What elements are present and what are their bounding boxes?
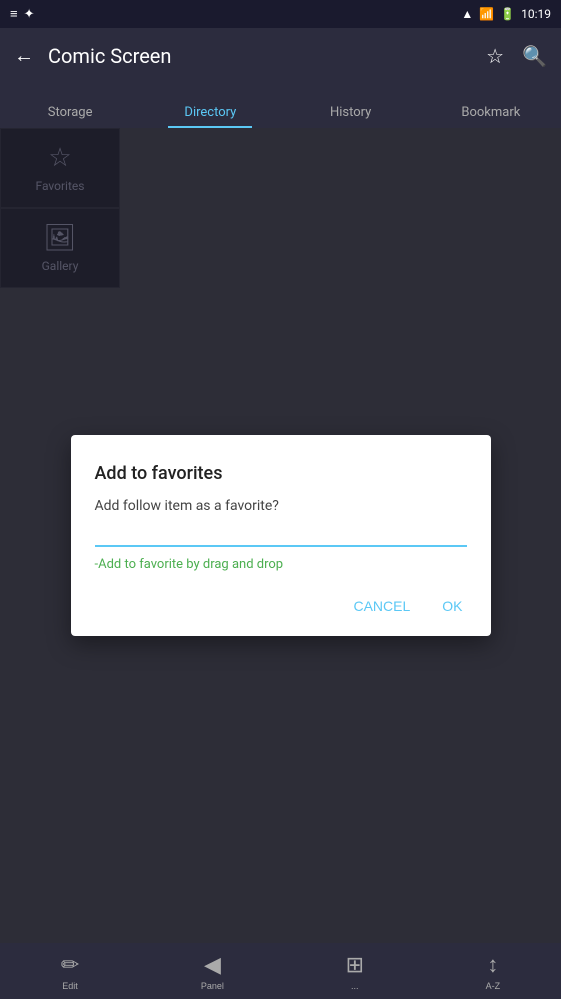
signal-icon: 📶 xyxy=(479,7,494,21)
wifi-icon: ▲ xyxy=(461,7,473,21)
battery-icon: 🔋 xyxy=(500,7,515,21)
grid-icon: ⊞ xyxy=(346,952,364,978)
tab-history[interactable]: History xyxy=(281,95,421,128)
content-area: ☆ Favorites 🖼 Gallery Add to favorites A… xyxy=(0,128,561,943)
edit-icon: ✏ xyxy=(61,952,79,978)
dialog-body: Add follow item as a favorite? xyxy=(95,498,467,514)
menu-icon: ≡ xyxy=(10,6,18,22)
time-display: 10:19 xyxy=(521,7,551,21)
tab-directory[interactable]: Directory xyxy=(140,95,280,128)
sort-icon: ↕ xyxy=(487,952,498,978)
app-bar: ← Comic Screen ☆ 🔍 xyxy=(0,28,561,84)
nav-sort-button[interactable]: ↕ A-Z xyxy=(486,952,501,991)
star-button[interactable]: ☆ xyxy=(486,44,504,69)
nav-panel-button[interactable]: ◀ Panel xyxy=(201,952,224,991)
nav-grid-label: ... xyxy=(351,981,359,991)
nav-sort-label: A-Z xyxy=(486,981,501,991)
bottom-nav: ✏ Edit ◀ Panel ⊞ ... ↕ A-Z xyxy=(0,943,561,999)
status-bar-right: ▲ 📶 🔋 10:19 xyxy=(461,7,551,21)
ok-button[interactable]: OK xyxy=(438,592,466,620)
tab-bookmark-label: Bookmark xyxy=(461,105,520,120)
status-bar: ≡ ✦ ▲ 📶 🔋 10:19 xyxy=(0,0,561,28)
nav-grid-button[interactable]: ⊞ ... xyxy=(346,952,364,991)
tab-directory-label: Directory xyxy=(184,105,236,120)
page-title: Comic Screen xyxy=(48,44,472,68)
back-icon: ← xyxy=(14,45,34,67)
tabs-bar: Storage Directory History Bookmark xyxy=(0,84,561,128)
search-button[interactable]: 🔍 xyxy=(522,44,547,69)
back-button[interactable]: ← xyxy=(14,45,34,68)
dialog-title: Add to favorites xyxy=(95,463,467,484)
tab-storage[interactable]: Storage xyxy=(0,95,140,128)
search-icon: 🔍 xyxy=(522,46,547,68)
tab-storage-label: Storage xyxy=(48,105,93,120)
panel-icon: ◀ xyxy=(204,952,221,978)
dialog: Add to favorites Add follow item as a fa… xyxy=(71,435,491,636)
nav-edit-button[interactable]: ✏ Edit xyxy=(61,952,79,991)
dialog-hint: -Add to favorite by drag and drop xyxy=(95,557,467,572)
cancel-button[interactable]: CANCEL xyxy=(349,592,414,620)
nav-panel-label: Panel xyxy=(201,981,224,991)
dialog-actions: CANCEL OK xyxy=(95,592,467,620)
status-bar-left: ≡ ✦ xyxy=(10,6,35,22)
star-icon: ☆ xyxy=(486,46,504,68)
dialog-input[interactable] xyxy=(95,520,467,547)
nav-edit-label: Edit xyxy=(62,981,78,991)
tab-bookmark[interactable]: Bookmark xyxy=(421,95,561,128)
dialog-overlay: Add to favorites Add follow item as a fa… xyxy=(0,128,561,943)
app-icon: ✦ xyxy=(24,7,35,22)
tab-history-label: History xyxy=(330,105,371,120)
app-bar-actions: ☆ 🔍 xyxy=(486,44,547,69)
